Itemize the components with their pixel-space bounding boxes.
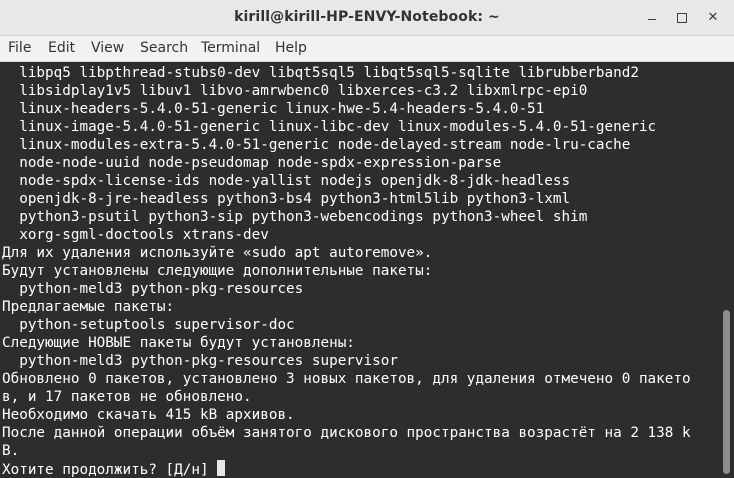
maximize-button[interactable] [672, 8, 692, 28]
close-button[interactable]: ✕ [703, 8, 723, 28]
menu-edit[interactable]: Edit [48, 40, 75, 56]
menu-search[interactable]: Search [140, 40, 188, 56]
terminal-line: python-meld3 python-pkg-resources [2, 281, 304, 297]
terminal-line: linux-headers-5.4.0-51-generic linux-hwe… [2, 101, 545, 117]
terminal-line: Необходимо скачать 415 kB архивов. [2, 407, 295, 423]
menu-bar: File Edit View Search Terminal Help [0, 36, 734, 62]
menu-help[interactable]: Help [275, 40, 307, 56]
terminal-line: python3-psutil python3-sip python3-weben… [2, 209, 588, 225]
terminal-window: kirill@kirill-HP-ENVY-Notebook: ~ ✕ File… [0, 0, 734, 478]
terminal-line: Для их удаления используйте «sudo apt au… [2, 245, 433, 261]
terminal-line: libsidplay1v5 libuv1 libvo-amrwbenc0 lib… [2, 83, 588, 99]
menu-file[interactable]: File [8, 40, 31, 56]
terminal-line: После данной операции объём занятого дис… [2, 425, 691, 441]
terminal-line: Предлагаемые пакеты: [2, 299, 175, 315]
prompt-text: Хотите продолжить? [Д/н] [2, 462, 218, 478]
vertical-scrollbar[interactable] [720, 62, 734, 478]
menu-terminal[interactable]: Terminal [201, 40, 260, 56]
maximize-icon [677, 13, 687, 23]
terminal-line: Следующие НОВЫЕ пакеты будут установлены… [2, 335, 355, 351]
terminal-line: node-node-uuid node-pseudomap node-spdx-… [2, 155, 502, 171]
terminal-line: openjdk-8-jre-headless python3-bs4 pytho… [2, 191, 571, 207]
terminal-line: node-spdx-license-ids node-yallist nodej… [2, 173, 571, 189]
close-icon: ✕ [707, 10, 719, 25]
minimize-button[interactable] [642, 8, 662, 28]
minimize-icon [648, 18, 656, 21]
terminal-line: python-meld3 python-pkg-resources superv… [2, 353, 398, 369]
window-title: kirill@kirill-HP-ENVY-Notebook: ~ [234, 9, 500, 25]
menu-view[interactable]: View [91, 40, 124, 56]
scrollbar-thumb[interactable] [723, 310, 730, 474]
terminal-output[interactable]: libpq5 libpthread-stubs0-dev libqt5sql5 … [0, 62, 720, 478]
terminal-line: linux-image-5.4.0-51-generic linux-libc-… [2, 119, 657, 135]
terminal-line: B. [2, 443, 20, 459]
terminal-line: xorg-sgml-doctools xtrans-dev [2, 227, 269, 243]
terminal-line: Будут установлены следующие дополнительн… [2, 263, 433, 279]
text-cursor [217, 460, 226, 476]
terminal-line: Обновлено 0 пакетов, установлено 3 новых… [2, 371, 691, 387]
terminal-line: linux-modules-extra-5.4.0-51-generic nod… [2, 137, 631, 153]
terminal-prompt-line[interactable]: Хотите продолжить? [Д/н] [2, 460, 226, 478]
title-bar[interactable]: kirill@kirill-HP-ENVY-Notebook: ~ ✕ [0, 0, 734, 36]
terminal-line: python-setuptools supervisor-doc [2, 317, 295, 333]
terminal-line: libpq5 libpthread-stubs0-dev libqt5sql5 … [2, 65, 639, 81]
terminal-line: в, и 17 пакетов не обновлено. [2, 389, 252, 405]
